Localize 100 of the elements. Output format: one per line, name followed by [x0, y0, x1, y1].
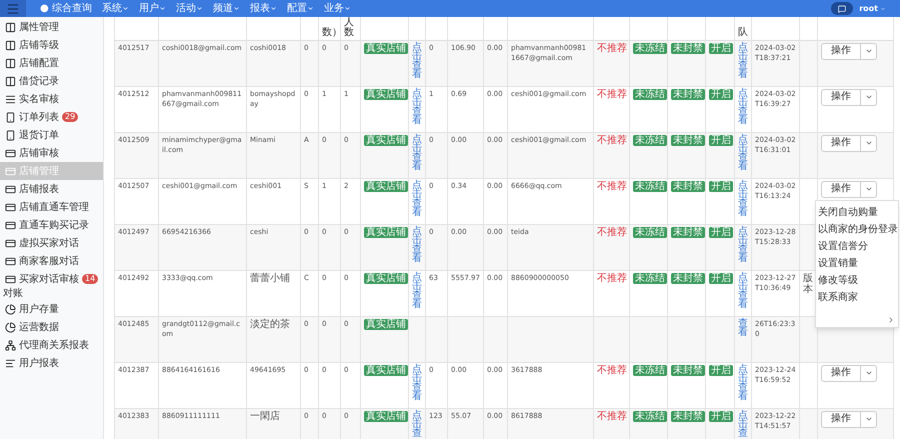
recommend-status: 不推荐	[597, 134, 626, 146]
card-icon	[5, 184, 16, 194]
nav-link[interactable]: 系统	[102, 4, 129, 14]
sidebar-item[interactable]: 店铺审核	[0, 144, 103, 162]
sidebar-item[interactable]: 用户存量	[0, 300, 103, 318]
nav-link[interactable]: 配置	[286, 4, 314, 14]
sidebar-item[interactable]: 买家对话审核 14	[0, 270, 103, 288]
view-link[interactable]: 点击查看	[412, 88, 422, 124]
sidebar-item[interactable]: 用户报表	[0, 354, 103, 372]
status-label: 开启	[709, 180, 733, 192]
dropdown-toggle-button[interactable]	[861, 364, 877, 382]
status-label: 开启	[709, 42, 733, 54]
sidebar-item-label: 虚拟买家对话	[19, 236, 79, 250]
sidebar-item-label: 用户存量	[19, 302, 59, 316]
sidebar-item[interactable]: 店铺直通车管理	[0, 198, 103, 216]
recommend-status: 不推荐	[597, 364, 626, 376]
caret-icon	[344, 5, 351, 12]
nav-link[interactable]: 业务	[324, 4, 351, 14]
dropdown-toggle-button[interactable]	[861, 134, 877, 152]
sidebar-item-label: 直通车购买记录	[19, 218, 89, 232]
view-link[interactable]: 点击查看	[412, 226, 422, 262]
view-link[interactable]: 点击查看	[738, 364, 748, 400]
sidebar-item[interactable]: 直通车购买记录	[0, 216, 103, 234]
recommend-status: 不推荐	[597, 180, 626, 192]
view-link[interactable]: 点击查看	[412, 272, 422, 308]
column-header: 队	[738, 28, 748, 38]
menu-item[interactable]: 关闭自动购量	[816, 204, 898, 221]
status-label: 未封禁	[671, 272, 704, 284]
recommend-status: 不推荐	[597, 272, 626, 284]
sidebar-item-label: 商家客服对话	[19, 254, 79, 268]
nav-link[interactable]: 频道	[212, 4, 240, 14]
caret-icon	[864, 47, 872, 55]
sidebar-item[interactable]: 店铺等级	[0, 36, 103, 54]
view-link[interactable]: 点击查看	[738, 42, 748, 78]
view-link[interactable]: 点击查看	[412, 180, 422, 216]
action-button[interactable]: 操作	[821, 88, 861, 106]
sidebar-item-label: 用户报表	[19, 356, 59, 370]
sidebar-item[interactable]: 属性管理	[0, 18, 103, 36]
status-label: 开启	[709, 364, 733, 376]
caret-icon	[158, 5, 166, 12]
sidebar-item[interactable]: 虚拟买家对话	[0, 234, 103, 252]
sidebar-item-label: 订单列表	[19, 110, 59, 124]
sidebar-item[interactable]: 代理商关系报表	[0, 336, 103, 354]
menu-item[interactable]: 修改等级	[816, 272, 898, 289]
phone-icon	[5, 130, 16, 140]
view-link[interactable]: 查看	[738, 318, 748, 336]
nav-link[interactable]: ● 综合查询	[40, 4, 92, 14]
sidebar-item[interactable]: 借贷记录	[0, 72, 103, 90]
view-link[interactable]: 点击查看	[412, 42, 422, 78]
sidebar-item[interactable]: 实名审核	[0, 90, 103, 108]
columns-icon	[5, 76, 16, 86]
status-label: 真实店铺	[364, 134, 408, 146]
nav-link[interactable]: 用户	[138, 4, 166, 14]
sidebar-item[interactable]: 商家客服对话	[0, 252, 103, 270]
action-button[interactable]: 操作	[821, 42, 861, 60]
sidebar-item-label: 店铺等级	[19, 38, 59, 52]
caret-icon	[122, 5, 129, 12]
menu-item[interactable]: 设置销量	[816, 255, 898, 272]
view-link[interactable]: 点击查看	[738, 134, 748, 170]
status-label: 真实店铺	[364, 180, 408, 192]
chat-button[interactable]	[831, 2, 854, 15]
menu-icon	[6, 2, 20, 16]
view-link[interactable]: 点击查	[412, 410, 422, 438]
view-link[interactable]: 点击查看	[412, 134, 422, 170]
dropdown-toggle-button[interactable]	[861, 42, 877, 60]
status-label: 开启	[709, 88, 733, 100]
nav-link[interactable]: 报表	[250, 4, 277, 14]
sidebar-item[interactable]: 店铺报表	[0, 180, 103, 198]
sidebar-item[interactable]: 订单列表 29	[0, 108, 103, 126]
status-label: 真实店铺	[364, 88, 408, 100]
view-link[interactable]: 点击查看	[412, 364, 422, 400]
menu-item[interactable]: 设置信誉分	[816, 238, 898, 255]
status-label: 未冻结	[633, 272, 666, 284]
sidebar-section-title: 对账	[2, 288, 24, 300]
pie-chart-icon	[5, 322, 16, 332]
menu-item[interactable]: 联系商家	[816, 289, 898, 306]
user-menu[interactable]: root	[859, 2, 886, 14]
sidebar-item-label: 退货订单	[19, 128, 59, 142]
menu-item[interactable]: 以商家的身份登录	[816, 221, 898, 238]
menu-button[interactable]	[0, 0, 26, 17]
sidebar-item[interactable]: 店铺配置	[0, 54, 103, 72]
view-link[interactable]: 点击查看	[738, 272, 748, 308]
sidebar-item[interactable]: 运营数据	[0, 318, 103, 336]
view-link[interactable]: 点击查看	[738, 88, 748, 124]
view-link[interactable]: 点击查看	[738, 226, 748, 262]
caret-icon	[864, 369, 872, 377]
view-link[interactable]: 点击查	[738, 410, 748, 438]
dropdown-toggle-button[interactable]	[861, 410, 877, 428]
dropdown-toggle-button[interactable]	[861, 180, 877, 198]
action-button[interactable]: 操作	[821, 410, 861, 428]
sidebar-item-label: 买家对话审核	[19, 272, 79, 286]
dropdown-toggle-button[interactable]	[861, 88, 877, 106]
action-button[interactable]: 操作	[821, 134, 861, 152]
view-link[interactable]: 点击查看	[738, 180, 748, 216]
nav-link[interactable]: 活动	[176, 4, 203, 14]
card-icon	[5, 256, 16, 266]
action-button[interactable]: 操作	[821, 364, 861, 382]
sidebar-item[interactable]: 退货订单	[0, 126, 103, 144]
action-button[interactable]: 操作	[821, 180, 861, 198]
status-label: 未冻结	[633, 134, 666, 146]
